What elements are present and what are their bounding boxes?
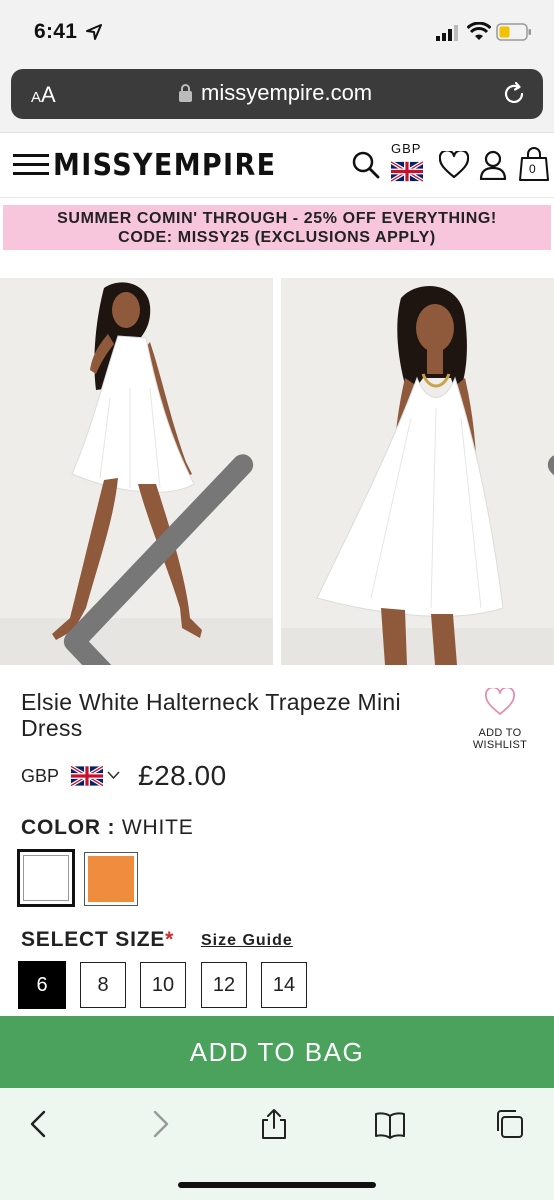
bookmarks-icon[interactable]	[374, 1108, 406, 1140]
menu-icon[interactable]	[13, 154, 49, 178]
size-option-14[interactable]: 14	[261, 962, 307, 1008]
tabs-icon[interactable]	[493, 1108, 525, 1140]
chevron-down-icon[interactable]	[107, 771, 120, 780]
home-indicator	[178, 1182, 376, 1188]
text-size-button[interactable]: AA	[31, 82, 56, 108]
promo-banner[interactable]: SUMMER COMIN' THROUGH - 25% OFF EVERYTHI…	[3, 205, 551, 250]
location-arrow-icon	[86, 24, 102, 40]
selected-color: WHITE	[121, 816, 194, 839]
browser-address-area: AA missyempire.com	[0, 64, 554, 132]
share-icon[interactable]	[258, 1108, 290, 1140]
wishlist-heart-icon[interactable]	[439, 151, 469, 179]
promo-line-2: CODE: MISSY25 (EXCLUSIONS APPLY)	[118, 229, 436, 246]
uk-flag-icon[interactable]	[391, 161, 423, 182]
currency-selector-label[interactable]: GBP	[21, 766, 59, 787]
back-arrow-icon[interactable]	[24, 1108, 56, 1140]
size-guide-link[interactable]: Size Guide	[201, 932, 293, 950]
uk-flag-icon[interactable]	[71, 766, 103, 786]
product-gallery[interactable]	[0, 278, 554, 665]
currency-label[interactable]: GBP	[391, 141, 421, 156]
color-swatch-white[interactable]	[17, 849, 75, 907]
add-to-wishlist-heart-icon[interactable]	[485, 688, 515, 716]
color-swatch-orange[interactable]	[84, 852, 138, 906]
url-text[interactable]: missyempire.com	[201, 80, 372, 106]
product-title: Elsie White Halterneck Trapeze Mini Dres…	[21, 689, 401, 741]
lock-icon	[179, 84, 192, 102]
search-icon[interactable]	[351, 150, 381, 180]
battery-icon	[496, 23, 531, 41]
gallery-next-arrow-icon[interactable]	[506, 448, 554, 665]
status-bar: 6:41	[0, 0, 554, 64]
status-time: 6:41	[34, 20, 78, 43]
site-logo[interactable]: MISSYEMPIRE	[53, 148, 276, 183]
color-label: COLOR : WHITE	[21, 816, 194, 839]
address-bar[interactable]: AA missyempire.com	[11, 69, 543, 119]
product-photo-front[interactable]	[281, 278, 554, 665]
add-to-bag-button[interactable]: ADD TO BAG	[0, 1016, 554, 1088]
bag-count: 0	[529, 162, 536, 176]
size-option-6[interactable]: 6	[18, 961, 66, 1009]
account-icon[interactable]	[479, 150, 507, 180]
size-option-12[interactable]: 12	[201, 962, 247, 1008]
gallery-prev-arrow-icon[interactable]	[22, 448, 273, 665]
product-photo-side[interactable]	[0, 278, 273, 665]
product-price: £28.00	[138, 760, 227, 791]
size-option-8[interactable]: 8	[80, 962, 126, 1008]
reload-icon[interactable]	[501, 81, 527, 107]
forward-arrow-icon[interactable]	[143, 1108, 175, 1140]
size-option-10[interactable]: 10	[140, 962, 186, 1008]
select-size-label: SELECT SIZE*	[21, 928, 175, 951]
promo-line-1: SUMMER COMIN' THROUGH - 25% OFF EVERYTHI…	[57, 210, 497, 227]
wifi-icon	[467, 22, 491, 40]
cellular-signal-icon	[436, 25, 458, 41]
site-header: MISSYEMPIRE GBP 0	[0, 132, 554, 198]
add-to-wishlist-button[interactable]: ADD TO WISHLIST	[460, 727, 540, 751]
browser-toolbar	[0, 1088, 554, 1200]
